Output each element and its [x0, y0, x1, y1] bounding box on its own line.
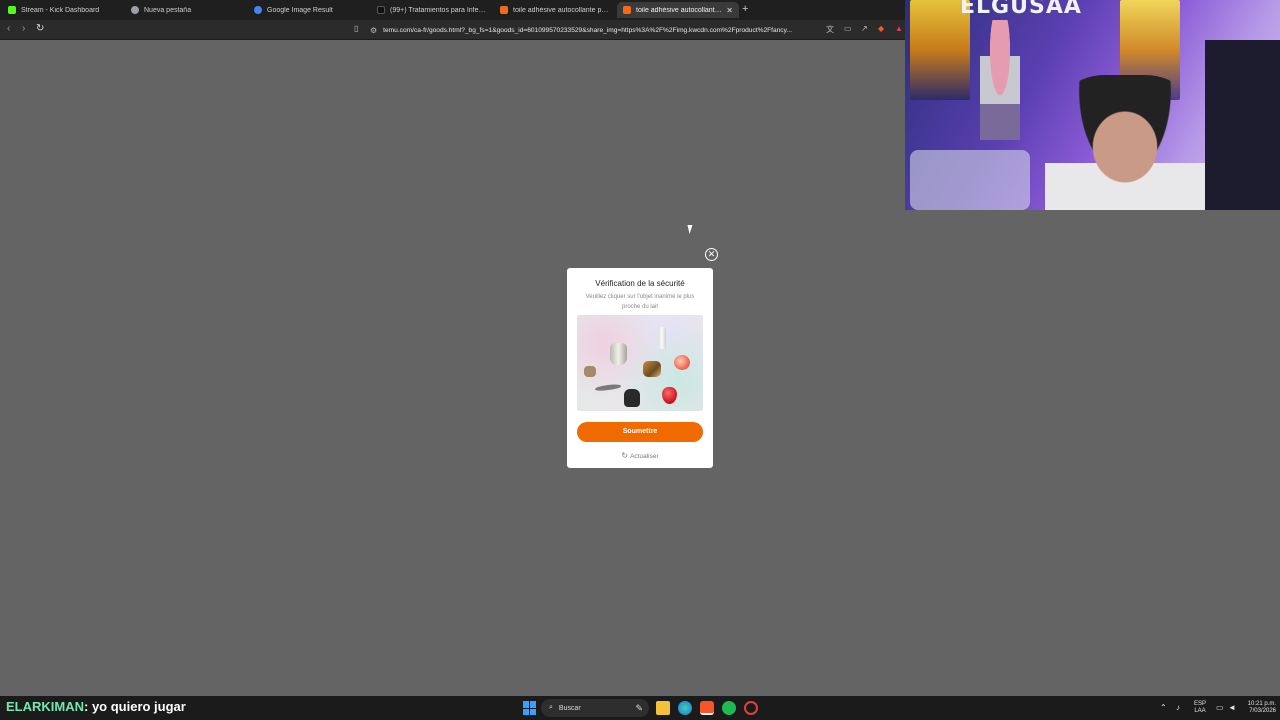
reload-icon[interactable]: ↻ — [36, 23, 44, 34]
brave-icon[interactable] — [700, 701, 714, 715]
language-indicator[interactable]: ESP LAA — [1194, 701, 1206, 715]
search-placeholder: Buscar — [558, 704, 581, 712]
back-icon[interactable]: ‹ — [7, 23, 10, 34]
strawberry-object[interactable] — [662, 387, 677, 404]
captcha-image[interactable] — [577, 315, 703, 411]
clock[interactable]: 10:21 p.m. 7/03/2026 — [1242, 701, 1276, 715]
brave-shield-icon[interactable]: ◆ — [878, 24, 884, 33]
tab-label: toile adhésive autocollante peint pvc — [513, 6, 610, 14]
vase-object[interactable] — [610, 343, 627, 365]
submit-button[interactable]: Soumettre — [577, 422, 703, 442]
tab-new-tab[interactable]: Nueva pestaña — [125, 2, 247, 18]
tiger-object[interactable] — [643, 361, 661, 377]
tab-google-image[interactable]: Google Image Result — [248, 2, 370, 18]
brave-rewards-icon[interactable]: ▲ — [895, 24, 903, 33]
volume-icon[interactable]: ◄ — [1228, 703, 1236, 712]
refresh-icon: ↻ — [621, 451, 629, 460]
temu-icon — [623, 6, 631, 14]
site-info-icon[interactable]: ⚙ — [370, 26, 377, 35]
file-explorer-icon[interactable] — [656, 701, 670, 715]
cast-icon[interactable]: ▭ — [844, 24, 852, 33]
close-tab-icon[interactable]: ✕ — [726, 6, 733, 15]
streamer — [1045, 75, 1205, 210]
peach-object[interactable] — [674, 355, 690, 370]
spotify-icon[interactable] — [722, 701, 736, 715]
figurine — [980, 20, 1020, 140]
date: 7/03/2026 — [1249, 708, 1276, 714]
search-highlight-icon: ✎ — [635, 702, 643, 713]
tab-label: Stream - Kick Dashboard — [21, 6, 100, 14]
chevron-up-icon[interactable]: ⌃ — [1160, 703, 1167, 712]
close-modal-button[interactable]: ✕ — [705, 248, 718, 261]
windows-taskbar: ⌕ Buscar ✎ ⌃ ♪ ESP LAA ▭ ◄ 10:21 p.m. 7/… — [0, 696, 1280, 720]
search-icon: ⌕ — [549, 704, 553, 711]
system-tray: ⌃ ♪ ESP LAA ▭ ◄ 10:21 p.m. 7/03/2026 — [1158, 696, 1280, 720]
bookmark-icon[interactable]: ▯ — [354, 24, 358, 33]
refresh-label: Actualiser — [630, 453, 659, 460]
cat-object[interactable] — [584, 366, 596, 377]
tiktok-icon — [377, 6, 385, 14]
chat-message: : yo quiero jugar — [84, 699, 186, 714]
browser-tab-strip: Stream - Kick Dashboard Nueva pestaña Go… — [0, 0, 905, 20]
tab-label: (99+) Tratamientos para Infecciones d — [390, 6, 487, 14]
milk-bottle-object[interactable] — [658, 327, 666, 349]
language-code: ESP — [1194, 701, 1207, 707]
refresh-link[interactable]: ↻ Actualiser — [567, 451, 713, 460]
tab-temu-1[interactable]: toile adhésive autocollante peint pvc — [494, 2, 616, 18]
chat-overlay: ELARKIMAN: yo quiero jugar — [6, 699, 186, 714]
channel-banner: ELGUSAA — [960, 0, 1082, 19]
address-bar[interactable]: ⚙ temu.com/ca-fr/goods.html?_bg_fs=1&goo… — [370, 23, 820, 37]
kick-icon — [8, 6, 16, 14]
google-icon — [254, 6, 262, 14]
time: 10:21 p.m. — [1247, 701, 1276, 707]
share-icon[interactable]: ↗ — [861, 24, 868, 33]
tab-temu-active[interactable]: toile adhésive autocollante peint ✕ — [617, 2, 739, 18]
microphone-icon[interactable]: ♪ — [1176, 703, 1180, 712]
chat-username: ELARKIMAN — [6, 699, 84, 714]
tab-label: Nueva pestaña — [144, 6, 192, 14]
translate-icon[interactable]: 文 — [826, 24, 834, 35]
network-icon[interactable]: ▭ — [1216, 703, 1224, 712]
temu-icon — [500, 6, 508, 14]
tab-label: Google Image Result — [267, 6, 333, 14]
captcha-title: Vérification de la sécurité — [595, 279, 685, 288]
webcam-overlay: ELGUSAA — [905, 0, 1280, 210]
tab-kick-dashboard[interactable]: Stream - Kick Dashboard — [2, 2, 124, 18]
shield-icon — [131, 6, 139, 14]
shark-object[interactable] — [594, 383, 622, 392]
edge-icon[interactable] — [678, 701, 692, 715]
captcha-instruction: Veuillez cliquer sur l'objet inanimé le … — [585, 294, 695, 310]
gorilla-object[interactable] — [624, 389, 640, 407]
windows-start-icon[interactable] — [523, 701, 537, 715]
forward-icon[interactable]: › — [22, 23, 25, 34]
captcha-modal: Vérification de la sécurité Veuillez cli… — [567, 268, 713, 468]
browser-toolbar: ‹ › ↻ ▯ ⚙ temu.com/ca-fr/goods.html?_bg_… — [0, 20, 905, 40]
tab-label: toile adhésive autocollante peint — [636, 6, 722, 14]
taskbar-search[interactable]: ⌕ Buscar ✎ — [541, 699, 649, 717]
app-icon[interactable] — [744, 701, 758, 715]
tab-tiktok[interactable]: (99+) Tratamientos para Infecciones d — [371, 2, 493, 18]
new-tab-button[interactable]: + — [742, 3, 748, 15]
keyboard-layout: LAA — [1194, 708, 1206, 714]
chair — [910, 150, 1030, 210]
url-text: temu.com/ca-fr/goods.html?_bg_fs=1&goods… — [383, 26, 792, 34]
background-shadow — [1205, 40, 1280, 210]
